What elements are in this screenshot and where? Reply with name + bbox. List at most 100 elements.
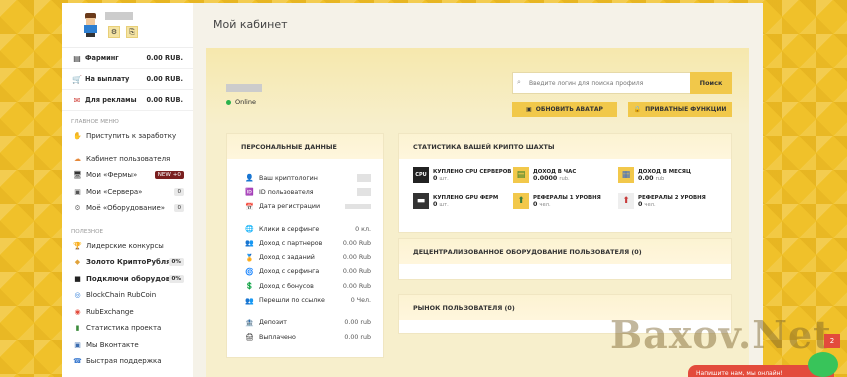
menu-item-icon: 🏆 xyxy=(73,241,82,250)
useful-menu-title: Полезное xyxy=(71,228,104,235)
menu-item[interactable]: 🖥 Мои «Фермы» NEW +0 xyxy=(62,167,193,184)
menu-item-icon: ⚙ xyxy=(74,204,81,213)
logout-icon[interactable]: ⎘ xyxy=(126,26,138,38)
menu-item-icon: ◉ xyxy=(74,307,81,316)
personal-row-value: 0.00 rub xyxy=(344,319,371,327)
personal-row-value: 0.00 Rub xyxy=(342,268,371,276)
mining-stats-title: Статистика вашей крипто шахты xyxy=(399,134,731,159)
referral2-icon: ⬆ xyxy=(618,193,634,209)
decentral-equipment-title: Децентрализованное оборудование пользова… xyxy=(399,239,731,264)
balance-label: Фарминг xyxy=(85,54,119,62)
menu-item-label: BlockChain RubCoin xyxy=(86,291,157,300)
menu-item-label: Моё «Оборудование» xyxy=(86,204,166,213)
menu-item[interactable]: ✋ Приступить к заработку xyxy=(62,128,193,145)
stat-item: ▬ Куплено GPU ферм 0 шт. xyxy=(413,193,513,209)
settings-icon[interactable]: ⚙ xyxy=(108,26,120,38)
cart-icon: 🛒 xyxy=(72,74,82,84)
menu-item-badge: 0 xyxy=(174,187,184,196)
personal-row-label: ID пользователя xyxy=(259,188,314,196)
menu-item[interactable]: ▣ Мы Вконтакте xyxy=(62,337,193,354)
menu-item[interactable]: ◆ Золото КриптоРубля 0% xyxy=(62,254,193,271)
personal-row-icon: 👥 xyxy=(245,296,254,305)
personal-row-label: Выплачено xyxy=(259,333,296,341)
stat-unit: шт. xyxy=(439,201,449,208)
personal-row-label: Доход с бонусов xyxy=(259,282,314,290)
balance-value: 0.00 RUB. xyxy=(146,96,183,104)
lock-icon: 🔒 xyxy=(633,106,642,113)
personal-row-icon: 💲 xyxy=(245,282,254,291)
menu-item-icon: ◆ xyxy=(74,258,81,267)
stat-item: ▦ Доход в месяц 0.00 rub xyxy=(618,167,728,183)
search-button[interactable]: Поиск xyxy=(690,72,732,94)
menu-item-label: RubExchange xyxy=(86,307,134,316)
referral-icon: ⬆ xyxy=(513,193,529,209)
balance-label: Для рекламы xyxy=(85,96,137,104)
balance-row[interactable]: ▤ Фарминг 0.00 RUB. xyxy=(62,48,193,69)
camera-icon: ▣ xyxy=(526,106,532,113)
whatsapp-icon[interactable] xyxy=(808,352,838,377)
menu-item[interactable]: ◉ RubExchange xyxy=(62,304,193,321)
menu-item-icon: ☁ xyxy=(74,154,81,163)
stat-unit: чел. xyxy=(539,201,551,208)
income-hour-icon: ▤ xyxy=(513,167,529,183)
personal-row-value: 0.00 Rub xyxy=(342,239,371,247)
personal-row-label: Клики в серфинге xyxy=(259,225,320,233)
menu-item-icon: 🖥 xyxy=(73,171,82,180)
personal-row-label: Доход с партнеров xyxy=(259,239,323,247)
menu-item[interactable]: ☎ Быстрая поддержка xyxy=(62,353,193,370)
personal-row-label: Депозит xyxy=(259,319,287,327)
menu-item-badge: NEW +0 xyxy=(154,171,184,180)
menu-item[interactable]: ☁ Кабинет пользователя xyxy=(62,151,193,168)
update-avatar-button[interactable]: ▣ Обновить аватар xyxy=(512,102,617,117)
blurred-value xyxy=(345,204,371,210)
stat-title: Рефералы 2 уровня xyxy=(638,194,706,201)
online-dot-icon xyxy=(226,99,231,105)
gpu-icon: ▬ xyxy=(413,193,429,209)
personal-row: 📅 Дата регистрации xyxy=(227,200,383,214)
menu-item-label: Быстрая поддержка xyxy=(86,357,162,366)
personal-row-label: Доход с серфинга xyxy=(259,268,320,276)
private-functions-button[interactable]: 🔒 Приватные функции xyxy=(628,102,732,117)
avatar[interactable] xyxy=(82,13,99,37)
stat-number: 0.00 xyxy=(638,174,654,182)
personal-row-icon: 🏅 xyxy=(245,253,254,262)
stat-item: CPU Куплено CPU серверов 0 шт. xyxy=(413,167,513,183)
stat-unit: rub xyxy=(655,175,665,182)
personal-row-icon: 🆔 xyxy=(245,188,254,197)
menu-item-label: Кабинет пользователя xyxy=(86,154,171,163)
stat-number: 0 xyxy=(638,200,643,208)
menu-item-label: Золото КриптоРубля xyxy=(86,258,169,267)
blurred-value xyxy=(357,174,371,183)
menu-item-badge: 0 xyxy=(174,204,184,213)
profile-search: ⌕ Поиск xyxy=(512,72,732,94)
chat-widget-label: Напишите нам, мы онлайн! xyxy=(696,370,783,377)
sidebar: ⚙ ⎘ ▤ Фарминг 0.00 RUB. 🛒 На выплату 0.00 RUB… xyxy=(62,3,193,377)
chat-notification-badge[interactable]: 2 xyxy=(824,334,840,348)
menu-item[interactable]: ▮ Статистика проекта xyxy=(62,320,193,337)
wallet-icon: ▤ xyxy=(73,53,81,63)
main-menu-title: Главное меню xyxy=(71,119,119,125)
stat-value: 0.0000 rub. xyxy=(533,175,576,182)
stat-value: 0 шт. xyxy=(433,175,511,182)
stat-number: 0.0000 xyxy=(533,174,558,182)
page-title: Мой кабинет xyxy=(213,18,288,31)
decentral-equipment-card: Децентрализованное оборудование пользова… xyxy=(398,238,732,280)
stat-title: Куплено GPU ферм xyxy=(433,194,499,201)
search-input[interactable] xyxy=(512,72,690,94)
cpu-icon: CPU xyxy=(413,167,429,183)
personal-row: 🖨 Выплачено 0.00 rub xyxy=(227,330,383,344)
balance-row[interactable]: ✉ Для рекламы 0.00 RUB. xyxy=(62,90,193,111)
menu-item[interactable]: ⚙ Моё «Оборудование» 0 xyxy=(62,200,193,217)
menu-item[interactable]: ◎ BlockChain RubCoin xyxy=(62,287,193,304)
stat-number: 0 xyxy=(433,200,438,208)
personal-row-label: Дата регистрации xyxy=(259,203,321,211)
personal-row-icon: 👤 xyxy=(245,174,254,183)
menu-item-label: Мои «Сервера» xyxy=(86,187,143,196)
menu-item[interactable]: ■ Подключи оборудован...0% xyxy=(62,271,193,288)
menu-item[interactable]: ▣ Мои «Сервера» 0 xyxy=(62,184,193,201)
balance-value: 0.00 RUB. xyxy=(146,75,183,83)
balance-row[interactable]: 🛒 На выплату 0.00 RUB. xyxy=(62,69,193,90)
income-month-icon: ▦ xyxy=(618,167,634,183)
menu-item[interactable]: 🏆 Лидерские конкурсы xyxy=(62,238,193,255)
stat-value: 0 шт. xyxy=(433,201,498,208)
